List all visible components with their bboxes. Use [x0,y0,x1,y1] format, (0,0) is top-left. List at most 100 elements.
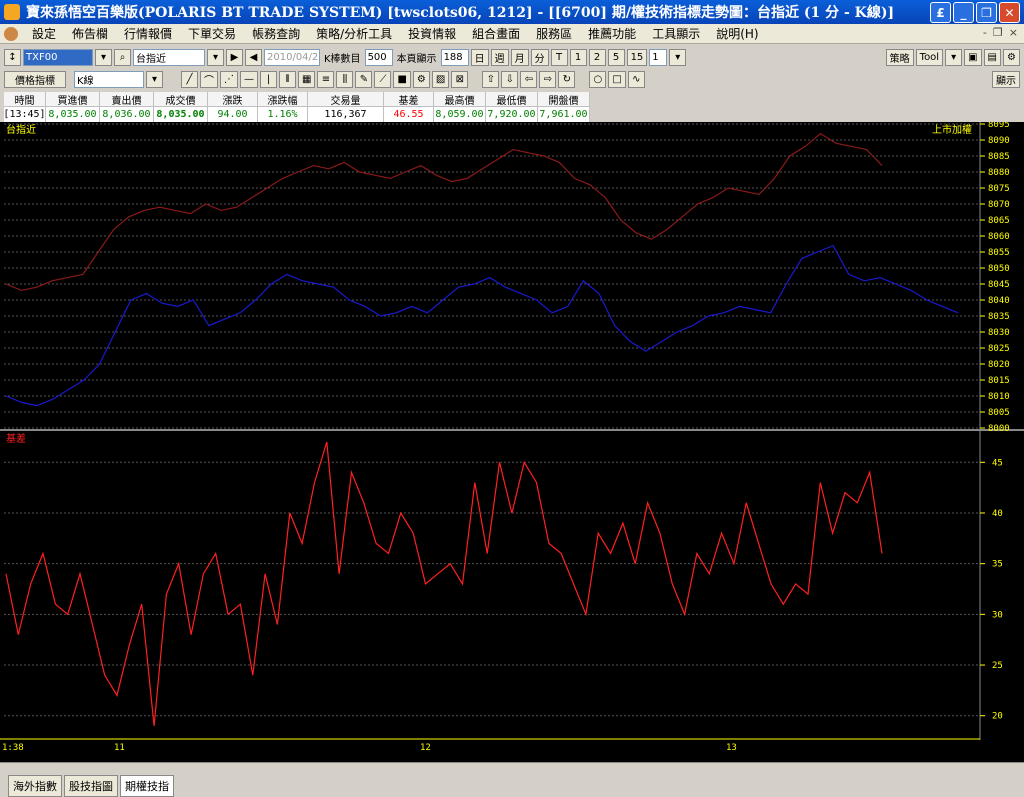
tool-button[interactable]: Tool [915,48,944,66]
menu-order[interactable]: 下單交易 [180,25,244,42]
scroll-bar[interactable] [0,762,1024,776]
fan-icon[interactable]: ⋰ [220,70,238,88]
sort-icon[interactable]: ↕ [4,48,21,66]
name-dropdown-icon[interactable]: ▾ [207,48,224,66]
display-input[interactable]: 188 [440,48,469,66]
arrow-left-icon[interactable]: ⇦ [520,70,538,88]
channel-icon[interactable]: ⫴ [279,70,296,88]
quote-col: 交易量 116,367 [308,92,384,122]
menu-service[interactable]: 服務區 [528,25,580,42]
maximize-button[interactable]: ❐ [976,2,997,23]
save-icon[interactable]: ▣ [964,48,982,66]
basis-series-line [5,441,883,726]
menu-settings[interactable]: 設定 [24,25,64,42]
symbol-dropdown-icon[interactable]: ▾ [95,48,112,66]
period-month-button[interactable]: 月 [510,48,529,66]
arrow-down-icon[interactable]: ⇩ [501,70,519,88]
mult-dropdown-icon[interactable]: ▾ [669,48,687,66]
settings-icon[interactable]: ⚙ [1003,48,1020,66]
mult-input[interactable]: 1 [649,48,668,66]
menu-tools[interactable]: 工具顯示 [644,25,708,42]
indicator-button[interactable]: 價格指標 [4,70,66,88]
menu-quotes[interactable]: 行情報價 [116,25,180,42]
mdi-restore-button[interactable]: ❐ [993,26,1003,39]
square-icon[interactable]: □ [608,70,626,88]
hline-icon[interactable]: — [240,70,258,88]
trendline-icon[interactable]: ╱ [181,70,198,88]
period-minute-button[interactable]: 分 [530,48,549,66]
arc-icon[interactable]: ⌒ [200,70,218,88]
fib-icon[interactable]: ≡ [317,70,335,88]
close-button[interactable]: ✕ [999,2,1020,23]
time-label: 11 [114,743,125,753]
play-forward-icon[interactable]: ▶ [226,48,243,66]
tab-futures-indicator[interactable]: 期權技指 [120,775,174,797]
help-button[interactable]: £ [930,2,951,23]
menu-bulletin[interactable]: 佈告欄 [64,25,116,42]
symbol-name-field[interactable]: 台指近 [133,48,205,66]
quote-col: 最低價 7,920.00 [486,92,538,122]
quote-col: 賣出價 8,036.00 [100,92,154,122]
arrow-right-icon[interactable]: ⇨ [539,70,557,88]
quote-col: 漲跌 94.00 [208,92,258,122]
search-icon[interactable]: ⌕ [114,48,131,66]
circle-icon[interactable]: ○ [589,70,607,88]
axis-label: 30 [992,610,1003,620]
symbol-input[interactable]: TXF00 [23,48,93,66]
menu-app-icon[interactable] [4,26,18,41]
chart-settings-icon[interactable]: ⚙ [412,70,430,88]
arrow-up-icon[interactable]: ⇧ [482,70,500,88]
axis-label: 8025 [988,344,1010,354]
tab-stock-indicator[interactable]: 股技指圖 [64,775,118,797]
vline-icon[interactable]: | [260,70,277,88]
bars-icon[interactable]: ⫼ [336,70,354,88]
period-tick-button[interactable]: T [550,48,568,66]
strategy-button[interactable]: 策略 [885,48,914,66]
mult-2-button[interactable]: 2 [588,48,606,66]
menu-recommend[interactable]: 推薦功能 [580,25,644,42]
chart-type-dropdown-icon[interactable]: ▾ [146,70,163,88]
wave-icon[interactable]: ∿ [627,70,645,88]
pencil-icon[interactable]: ✎ [355,70,373,88]
axis-label: 40 [992,509,1003,519]
play-back-icon[interactable]: ◀ [245,48,262,66]
mdi-minimize-button[interactable]: - [983,26,987,39]
display-label: 本頁顯示 [396,53,437,65]
chart-area[interactable]: 8095 8090 8085 8080 8075 8070 8065 8060 8055 8050… [0,122,1024,762]
mult-1-button[interactable]: 1 [569,48,587,66]
axis-label: 8010 [988,392,1010,402]
refresh-icon[interactable]: ↻ [558,70,576,88]
ruler-icon[interactable]: ⟋ [374,70,392,88]
chart-type-select[interactable]: K線 [74,70,144,88]
menu-help[interactable]: 說明(H) [708,25,766,42]
mdi-close-button[interactable]: × [1009,26,1018,39]
tool-dropdown-icon[interactable]: ▾ [945,48,963,66]
show-button[interactable]: 顯示 [992,70,1020,88]
mult-5-button[interactable]: 5 [607,48,625,66]
toolbar-drawing: 價格指標 K線 ▾ ╱ ⌒ ⋰ — | ⫴ ▦ ≡ ⫼ ✎ ⟋ ■ ⚙ ▨ ⊠ … [0,68,1024,90]
tab-overseas-index[interactable]: 海外指數 [8,775,62,797]
menu-account[interactable]: 帳務查詢 [244,25,308,42]
grid-icon[interactable]: ▦ [298,70,316,88]
quote-value: 1.16% [267,109,298,120]
period-week-button[interactable]: 週 [490,48,509,66]
quote-value: 8,035.00 [156,109,205,120]
menu-strategy[interactable]: 策略/分析工具 [308,25,400,42]
axis-label: 8090 [988,136,1010,146]
date-field[interactable]: 2010/04/27 [264,48,320,66]
mult-15-button[interactable]: 15 [626,48,648,66]
bars-input[interactable]: 500 [364,48,393,66]
export-icon[interactable]: ▤ [983,48,1001,66]
time-label: 12 [420,743,431,753]
minimize-button[interactable]: _ [953,2,974,23]
color-icon[interactable]: ■ [393,70,411,88]
zoom-icon[interactable]: ⊠ [451,70,469,88]
axis-label: 45 [992,458,1003,468]
period-day-button[interactable]: 日 [470,48,489,66]
axis-label: 8080 [988,168,1010,178]
image-icon[interactable]: ▨ [431,70,450,88]
axis-label: 8065 [988,216,1010,226]
menu-layout[interactable]: 組合畫面 [464,25,528,42]
menu-info[interactable]: 投資情報 [400,25,464,42]
quote-table: 時間 [13:45] 買進價 8,035.00 賣出價 8,036.00 成交價 8,035.… [3,92,590,122]
